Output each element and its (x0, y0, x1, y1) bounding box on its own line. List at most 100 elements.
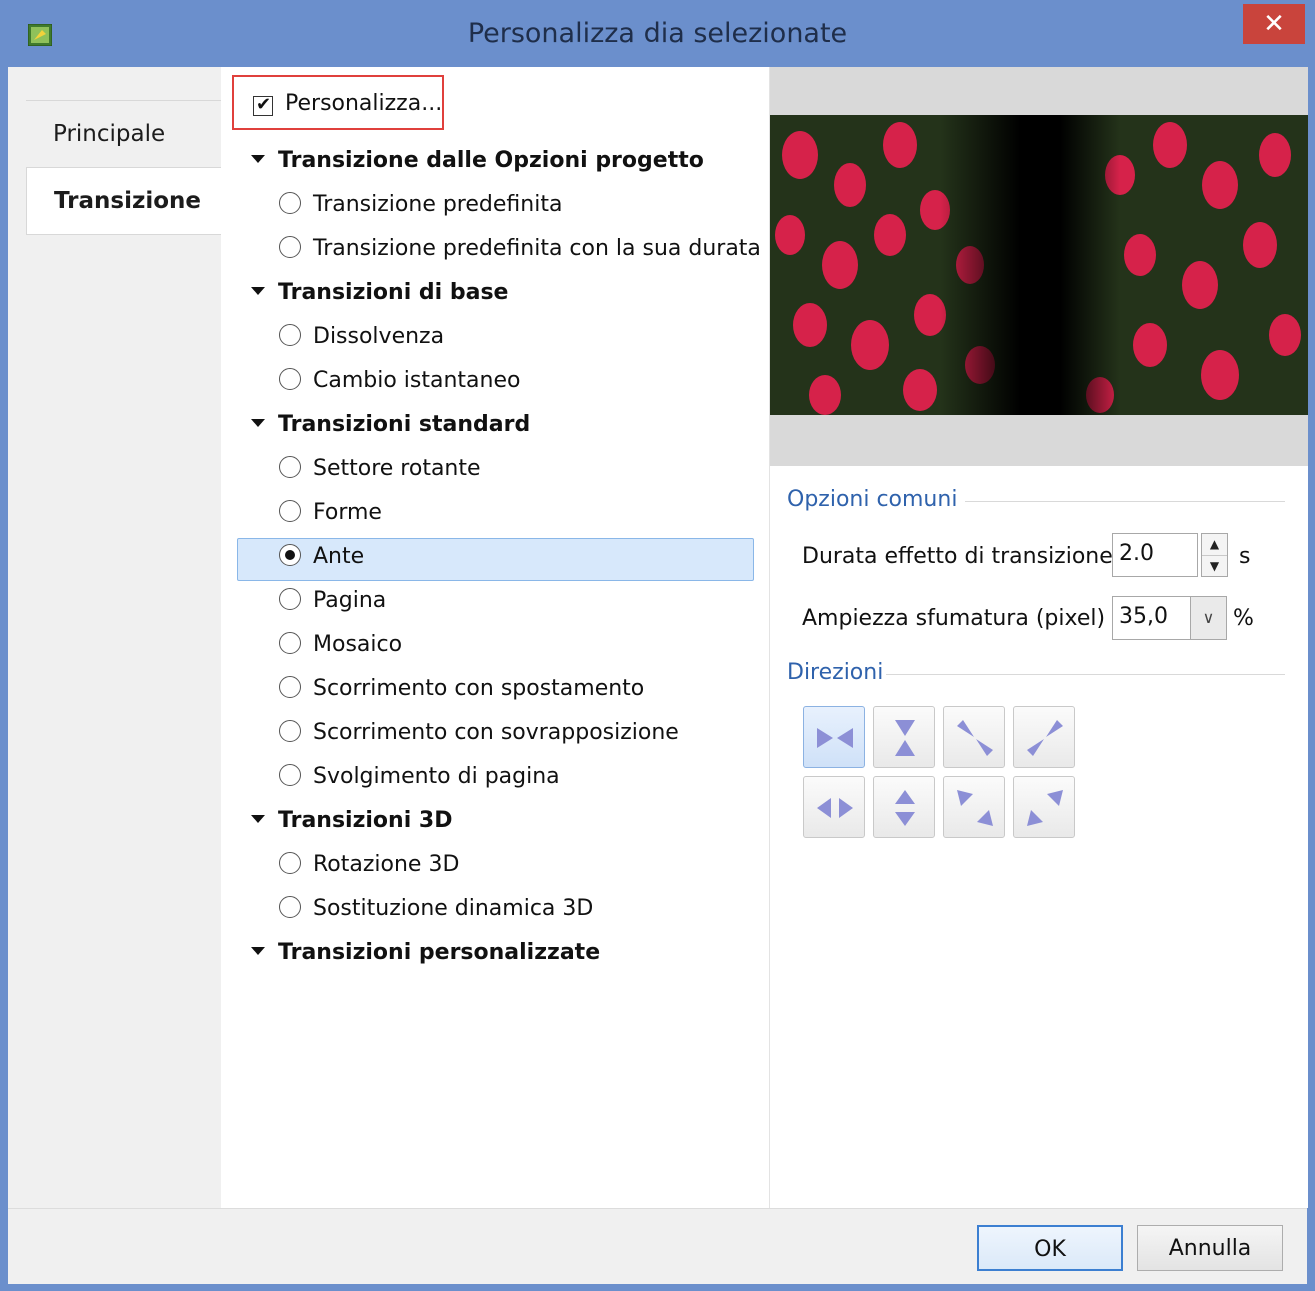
duration-unit: s (1239, 544, 1251, 569)
radio-button[interactable] (279, 236, 301, 258)
radio-button[interactable] (279, 368, 301, 390)
radio-item[interactable]: Mosaico (279, 632, 402, 657)
duration-spinner[interactable]: ▲ ▼ (1201, 533, 1228, 577)
radio-item[interactable]: Transizione predefinita (279, 192, 562, 217)
chevron-down-icon[interactable]: ∨ (1190, 596, 1227, 640)
radio-label: Transizione predefinita con la sua durat… (313, 236, 761, 261)
customize-highlight: ✔ Personalizza... (232, 75, 444, 130)
feather-input[interactable]: 35,0 (1112, 596, 1191, 640)
radio-label: Pagina (313, 588, 387, 613)
direction-converge-vertical-button[interactable] (873, 706, 935, 768)
group-opzioni-progetto[interactable]: Transizione dalle Opzioni progetto (251, 148, 704, 173)
radio-button[interactable] (279, 324, 301, 346)
direction-converge-horizontal-button[interactable] (803, 706, 865, 768)
arrows-converge-antidiagonal-icon (1027, 720, 1063, 756)
radio-button[interactable] (279, 720, 301, 742)
common-options-title: Opzioni comuni (787, 487, 958, 512)
dialog-window: Personalizza dia selezionate ✕ Principal… (0, 0, 1315, 1291)
arrows-diverge-horizontal-icon (817, 798, 853, 818)
radio-item[interactable]: Rotazione 3D (279, 852, 459, 877)
group-label: Transizioni 3D (278, 808, 453, 833)
arrows-diverge-vertical-icon (895, 790, 915, 826)
group-transizioni-3d[interactable]: Transizioni 3D (251, 808, 452, 833)
group-label: Transizioni standard (278, 412, 531, 437)
group-transizioni-base[interactable]: Transizioni di base (251, 280, 508, 305)
dialog-client: Principale Transizione ✔ Personalizza...… (8, 67, 1308, 1284)
radio-item[interactable]: Cambio istantaneo (279, 368, 520, 393)
direction-diverge-horizontal-button[interactable] (803, 776, 865, 838)
close-button[interactable]: ✕ (1243, 4, 1305, 44)
group-transizioni-personalizzate[interactable]: Transizioni personalizzate (251, 940, 600, 965)
radio-item[interactable]: Settore rotante (279, 456, 481, 481)
transition-preview-image (770, 115, 1308, 415)
radio-button[interactable] (279, 896, 301, 918)
radio-item[interactable]: Pagina (279, 588, 386, 613)
check-icon: ✔ (256, 94, 272, 115)
expand-arrow-icon (251, 815, 265, 823)
group-label: Transizioni di base (278, 280, 509, 305)
radio-item[interactable]: Svolgimento di pagina (279, 764, 560, 789)
radio-button[interactable] (279, 500, 301, 522)
direction-diverge-antidiagonal-button[interactable] (1013, 776, 1075, 838)
radio-button[interactable] (279, 456, 301, 478)
radio-button[interactable] (279, 192, 301, 214)
radio-label: Transizione predefinita (313, 192, 563, 217)
radio-label: Sostituzione dinamica 3D (313, 896, 594, 921)
spin-down-icon[interactable]: ▼ (1202, 556, 1227, 577)
group-transizioni-standard[interactable]: Transizioni standard (251, 412, 530, 437)
dialog-footer: OK Annulla (8, 1208, 1307, 1284)
radio-label: Dissolvenza (313, 324, 445, 349)
radio-item[interactable]: Transizione predefinita con la sua durat… (279, 236, 761, 261)
radio-button[interactable] (279, 852, 301, 874)
direction-diverge-vertical-button[interactable] (873, 776, 935, 838)
radio-label: Scorrimento con sovrapposizione (313, 720, 679, 745)
directions-title: Direzioni (787, 660, 884, 685)
radio-label: Settore rotante (313, 456, 481, 481)
direction-diverge-diagonal-button[interactable] (943, 776, 1005, 838)
arrows-diverge-diagonal-icon (957, 790, 993, 826)
customize-checkbox[interactable]: ✔ (253, 94, 273, 116)
radio-button[interactable] (279, 632, 301, 654)
radio-label: Mosaico (313, 632, 403, 657)
window-title: Personalizza dia selezionate (467, 18, 848, 49)
direction-converge-diagonal-button[interactable] (943, 706, 1005, 768)
radio-label: Ante (313, 544, 365, 569)
expand-arrow-icon (251, 155, 265, 163)
radio-item[interactable]: Scorrimento con spostamento (279, 676, 644, 701)
radio-item[interactable]: Scorrimento con sovrapposizione (279, 720, 679, 745)
radio-item[interactable]: Forme (279, 500, 382, 525)
tab-transizione[interactable]: Transizione (26, 167, 221, 235)
radio-label: Rotazione 3D (313, 852, 460, 877)
divider (886, 674, 1285, 675)
customize-label[interactable]: Personalizza... (285, 91, 442, 116)
arrows-converge-diagonal-icon (957, 720, 993, 756)
spin-up-icon[interactable]: ▲ (1202, 534, 1227, 556)
radio-item[interactable]: Sostituzione dinamica 3D (279, 896, 593, 921)
radio-label: Cambio istantaneo (313, 368, 521, 393)
title-bar[interactable]: Personalizza dia selezionate ✕ (0, 0, 1315, 67)
preview-area (770, 67, 1308, 466)
group-label: Transizioni personalizzate (278, 940, 601, 965)
cancel-button[interactable]: Annulla (1137, 1225, 1283, 1271)
duration-input[interactable]: 2.0 (1112, 533, 1198, 577)
arrows-converge-horizontal-icon (817, 728, 853, 748)
radio-button-checked[interactable] (279, 544, 301, 566)
direction-converge-antidiagonal-button[interactable] (1013, 706, 1075, 768)
radio-label: Svolgimento di pagina (313, 764, 560, 789)
radio-item-selected[interactable]: Ante (279, 544, 364, 569)
tab-principale[interactable]: Principale (26, 100, 221, 167)
transition-list-panel: ✔ Personalizza... Transizione dalle Opzi… (221, 67, 769, 1208)
tab-strip: Principale Transizione (8, 67, 221, 1208)
expand-arrow-icon (251, 287, 265, 295)
ok-button[interactable]: OK (977, 1225, 1123, 1271)
arrows-diverge-antidiagonal-icon (1027, 790, 1063, 826)
feather-label: Ampiezza sfumatura (pixel) (802, 606, 1106, 631)
divider (965, 501, 1285, 502)
radio-button[interactable] (279, 588, 301, 610)
duration-label: Durata effetto di transizione (802, 544, 1113, 569)
radio-item[interactable]: Dissolvenza (279, 324, 444, 349)
radio-button[interactable] (279, 764, 301, 786)
radio-label: Scorrimento con spostamento (313, 676, 645, 701)
options-panel: Opzioni comuni Durata effetto di transiz… (769, 67, 1308, 1208)
radio-button[interactable] (279, 676, 301, 698)
